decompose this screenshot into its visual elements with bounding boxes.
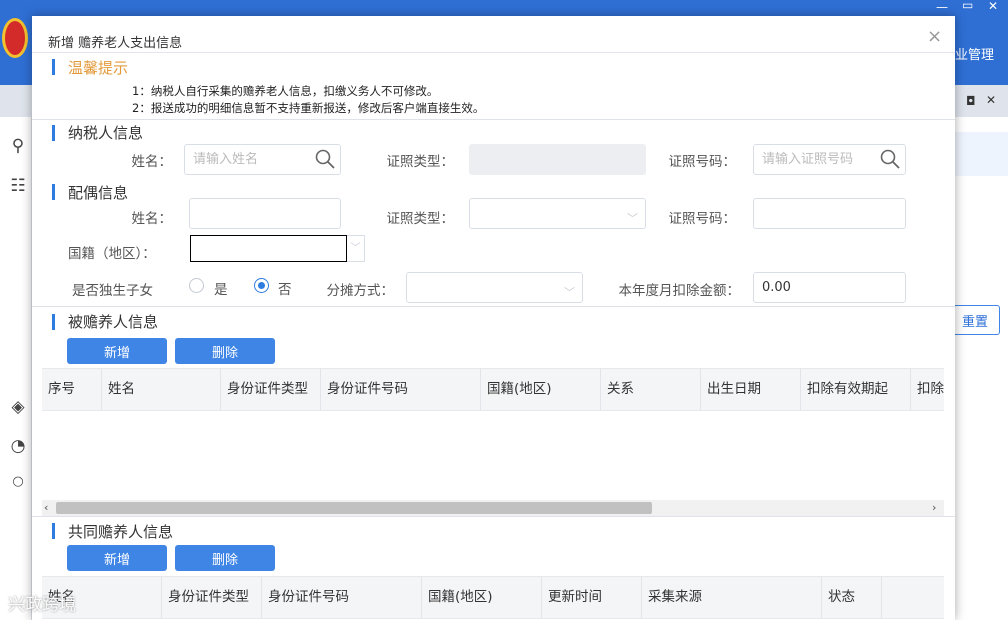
chevron-down-icon[interactable]: ﹀ [347, 235, 365, 262]
app-content-edge [955, 117, 1008, 620]
taxpayer-name-input[interactable]: 请输入姓名 [184, 144, 341, 175]
search-icon[interactable] [314, 148, 336, 170]
circle-icon[interactable]: ○ [8, 474, 28, 489]
col-source: 采集来源 [642, 577, 822, 618]
delete-dependent-button[interactable]: 删除 [175, 338, 275, 364]
spouse-name-label: 姓名： [131, 211, 173, 227]
tips-heading: 温馨提示 [68, 59, 129, 77]
app-nav-label[interactable]: 业管理 [955, 44, 994, 63]
dependents-heading: 被赡养人信息 [68, 313, 159, 331]
spouse-nationality-label: 国籍（地区）： [68, 246, 156, 262]
reset-button[interactable]: 重置 [950, 305, 1000, 335]
layers-icon[interactable]: ◈ [8, 397, 28, 417]
scrollbar-thumb[interactable] [56, 502, 652, 514]
close-icon[interactable]: ✕ [988, 0, 998, 13]
monthly-deduction-label: 本年度月扣除金额： [618, 283, 741, 299]
tip-line-1: 1：纳税人自行采集的赡养老人信息，扣缴义务人不可修改。 [132, 84, 439, 98]
spouse-nationality-select[interactable] [190, 235, 347, 262]
add-elderly-support-dialog: 新增 赡养老人支出信息 × 温馨提示 1：纳税人自行采集的赡养老人信息，扣缴义务… [32, 16, 955, 620]
dialog-title: 新增 赡养老人支出信息 [48, 36, 183, 51]
col-update-time: 更新时间 [542, 577, 642, 618]
spouse-id-no-label: 证照号码： [668, 211, 737, 227]
col-deduction: 扣除 [917, 381, 944, 397]
spouse-id-type-select[interactable]: ﹀ [469, 198, 646, 229]
close-tab-icon[interactable]: ✕ [986, 93, 996, 107]
section-marker [52, 59, 55, 75]
co-supporters-table-header: 姓名 身份证件类型 身份证件号码 国籍(地区) 更新时间 采集来源 状态 [42, 576, 944, 619]
watermark: 兴政跨境 [8, 595, 76, 615]
minimize-icon[interactable]: — [936, 0, 948, 14]
col-index: 序号 [42, 369, 102, 410]
section-marker [52, 314, 55, 330]
scroll-left-icon[interactable]: ‹ [44, 500, 48, 516]
col-status: 状态 [822, 577, 882, 618]
spouse-id-type-label: 证照类型： [386, 211, 455, 227]
spouse-name-input[interactable] [189, 198, 341, 229]
title-divider [32, 52, 955, 53]
national-emblem-icon [2, 18, 28, 58]
taxpayer-id-no-label: 证照号码： [668, 154, 737, 170]
share-method-select[interactable]: ﹀ [406, 272, 583, 303]
tip-line-2: 2：报送成功的明细信息暂不支持重新报送，修改后客户端直接生效。 [132, 101, 485, 115]
dialog-close-icon[interactable]: × [927, 26, 942, 47]
dependents-table-header: 序号 姓名 身份证件类型 身份证件号码 国籍(地区) 关系 出生日期 扣除有效期… [42, 368, 944, 411]
taxpayer-id-type-select [469, 144, 646, 175]
list-icon[interactable]: ☷ [8, 176, 28, 196]
pie-chart-icon[interactable]: ◔ [8, 436, 28, 456]
app-highlight-row [955, 132, 1008, 176]
chevron-down-icon: ﹀ [564, 286, 575, 299]
section-divider [32, 516, 955, 517]
taxpayer-heading: 纳税人信息 [68, 124, 144, 142]
search-icon[interactable] [879, 148, 901, 170]
user-icon[interactable]: ⚲ [8, 136, 28, 156]
section-marker [52, 523, 55, 539]
taxpayer-id-no-input[interactable]: 请输入证照号码 [753, 144, 906, 175]
taxpayer-id-no-placeholder: 请输入证照号码 [762, 152, 854, 167]
col-id-no: 身份证件号码 [321, 369, 481, 410]
taxpayer-id-type-label: 证照类型： [386, 154, 455, 170]
delete-co-supporter-button[interactable]: 删除 [175, 545, 275, 571]
col-name: 姓名 [102, 369, 221, 410]
restore-icon[interactable]: ◘ [966, 94, 976, 108]
only-child-no-label: 否 [278, 282, 292, 298]
col-id-type: 身份证件类型 [162, 577, 262, 618]
add-co-supporter-button[interactable]: 新增 [67, 545, 167, 571]
maximize-icon[interactable]: ▭ [962, 0, 973, 12]
col-birth-date: 出生日期 [701, 369, 801, 410]
scroll-right-icon[interactable]: › [932, 500, 936, 516]
spouse-heading: 配偶信息 [68, 184, 129, 202]
section-divider [32, 306, 955, 307]
co-supporters-heading: 共同赡养人信息 [68, 523, 174, 541]
col-nationality: 国籍(地区) [422, 577, 542, 618]
only-child-no-radio[interactable] [254, 278, 269, 293]
taxpayer-name-placeholder: 请输入姓名 [193, 152, 259, 167]
add-dependent-button[interactable]: 新增 [67, 338, 167, 364]
only-child-label: 是否独生子女 [72, 283, 153, 299]
col-nationality: 国籍(地区) [481, 369, 601, 410]
chevron-down-icon: ﹀ [627, 212, 638, 225]
only-child-yes-label: 是 [214, 282, 228, 298]
col-relation: 关系 [601, 369, 701, 410]
col-valid-from: 扣除有效期起 [801, 369, 911, 410]
monthly-deduction-input[interactable]: 0.00 [753, 272, 906, 303]
spouse-id-no-input[interactable] [753, 198, 906, 229]
col-id-type: 身份证件类型 [221, 369, 321, 410]
taxpayer-name-label: 姓名： [131, 154, 173, 170]
share-method-label: 分摊方式： [326, 283, 395, 299]
section-marker [52, 184, 55, 200]
only-child-yes-radio[interactable] [189, 278, 204, 293]
section-marker [52, 125, 55, 141]
horizontal-scrollbar[interactable]: ‹ › [42, 500, 944, 516]
section-divider [32, 119, 955, 120]
col-id-no: 身份证件号码 [262, 577, 422, 618]
